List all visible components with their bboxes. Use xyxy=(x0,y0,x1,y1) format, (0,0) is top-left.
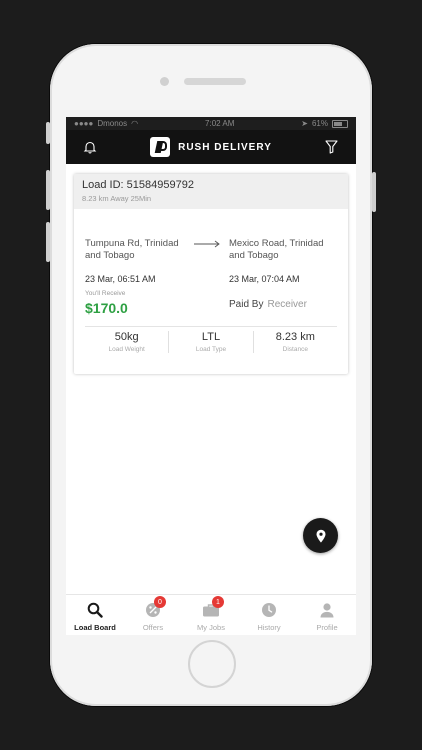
load-card-header: Load ID: 51584959792 8.23 km Away 25Min xyxy=(74,174,348,209)
tab-offers[interactable]: 0 Offers xyxy=(124,595,182,635)
app-header: RUSH DELIVERY xyxy=(66,130,356,164)
destination-address: Mexico Road, Trinidad and Tobago xyxy=(229,238,324,261)
tab-label: Profile xyxy=(316,623,338,632)
arrow-right-icon xyxy=(185,238,229,248)
search-icon xyxy=(86,601,104,619)
tab-profile[interactable]: Profile xyxy=(298,595,356,635)
filter-icon[interactable] xyxy=(324,139,340,155)
battery-icon xyxy=(332,119,348,128)
user-icon xyxy=(318,601,336,619)
volume-down-button xyxy=(46,222,50,262)
load-card[interactable]: Load ID: 51584959792 8.23 km Away 25Min … xyxy=(74,174,348,374)
load-distance-eta: 8.23 km Away 25Min xyxy=(82,194,152,203)
volume-up-button xyxy=(46,170,50,210)
stat-load-type: LTL Load Type xyxy=(168,331,252,353)
tab-my-jobs[interactable]: 1 My Jobs xyxy=(182,595,240,635)
paid-by: Paid By Receiver xyxy=(229,299,307,316)
carrier-name: Dmonos xyxy=(97,119,128,128)
front-camera xyxy=(160,77,169,86)
bottom-tab-bar: Load Board 0 Offers 1 My Jobs History Pr… xyxy=(66,594,356,635)
receive-block: You'll Receive $170.0 xyxy=(85,290,229,316)
tab-history[interactable]: History xyxy=(240,595,298,635)
dropoff-time: 23 Mar, 07:04 AM xyxy=(229,274,300,284)
stat-value: 50kg xyxy=(114,331,139,343)
card-divider xyxy=(85,326,337,327)
offers-badge: 0 xyxy=(154,596,166,608)
route: Tumpuna Rd, Trinidad and Tobago Mexico R… xyxy=(74,238,348,262)
brand-name: RUSH DELIVERY xyxy=(178,141,272,153)
percent-icon: 0 xyxy=(144,596,166,619)
map-pin-icon xyxy=(316,529,325,542)
stat-distance: 8.23 km Distance xyxy=(252,331,337,353)
payment-row: You'll Receive $170.0 Paid By Receiver xyxy=(74,290,348,316)
receive-label: You'll Receive xyxy=(85,290,126,297)
status-time: 7:02 AM xyxy=(205,119,235,128)
stat-label: Load Weight xyxy=(108,346,145,353)
paid-by-label: Paid By xyxy=(229,299,264,310)
stat-value: LTL xyxy=(201,331,221,343)
paid-by-value: Receiver xyxy=(267,299,307,310)
battery-percent: 61% xyxy=(311,119,328,128)
tab-label: Offers xyxy=(142,623,164,632)
briefcase-icon: 1 xyxy=(202,596,224,619)
tab-label: History xyxy=(257,623,281,632)
tab-label: Load Board xyxy=(74,623,116,632)
home-button[interactable] xyxy=(188,640,236,688)
tab-load-board[interactable]: Load Board xyxy=(66,595,124,635)
load-stats: 50kg Load Weight LTL Load Type 8.23 km D… xyxy=(85,331,337,353)
load-id: Load ID: 51584959792 xyxy=(82,179,194,191)
pickup-time: 23 Mar, 06:51 AM xyxy=(85,274,156,284)
stat-load-weight: 50kg Load Weight xyxy=(85,331,168,353)
signal-icon: ●●●● xyxy=(74,119,94,128)
wifi-icon: ◠ xyxy=(131,119,139,128)
earpiece-speaker xyxy=(184,78,246,85)
status-bar: ●●●● Dmonos ◠ 7:02 AM ➤ 61% xyxy=(66,117,356,130)
brand: RUSH DELIVERY xyxy=(150,137,272,157)
app-screen: ●●●● Dmonos ◠ 7:02 AM ➤ 61% RUSH DELIVER… xyxy=(66,117,356,635)
stat-label: Load Type xyxy=(195,346,227,353)
rush-logo-icon xyxy=(150,137,171,157)
receive-amount: $170.0 xyxy=(85,300,128,316)
stat-value: 8.23 km xyxy=(275,331,315,343)
power-button xyxy=(372,172,376,212)
stat-label: Distance xyxy=(282,346,308,353)
clock-icon xyxy=(260,601,278,619)
origin-address: Tumpuna Rd, Trinidad and Tobago xyxy=(85,238,179,261)
map-location-button[interactable] xyxy=(303,518,338,553)
mute-switch xyxy=(46,122,50,144)
my-jobs-badge: 1 xyxy=(212,596,224,608)
schedule: 23 Mar, 06:51 AM 23 Mar, 07:04 AM xyxy=(74,274,348,284)
location-arrow-icon: ➤ xyxy=(301,119,308,128)
bell-icon[interactable] xyxy=(82,139,98,155)
tab-label: My Jobs xyxy=(197,623,225,632)
